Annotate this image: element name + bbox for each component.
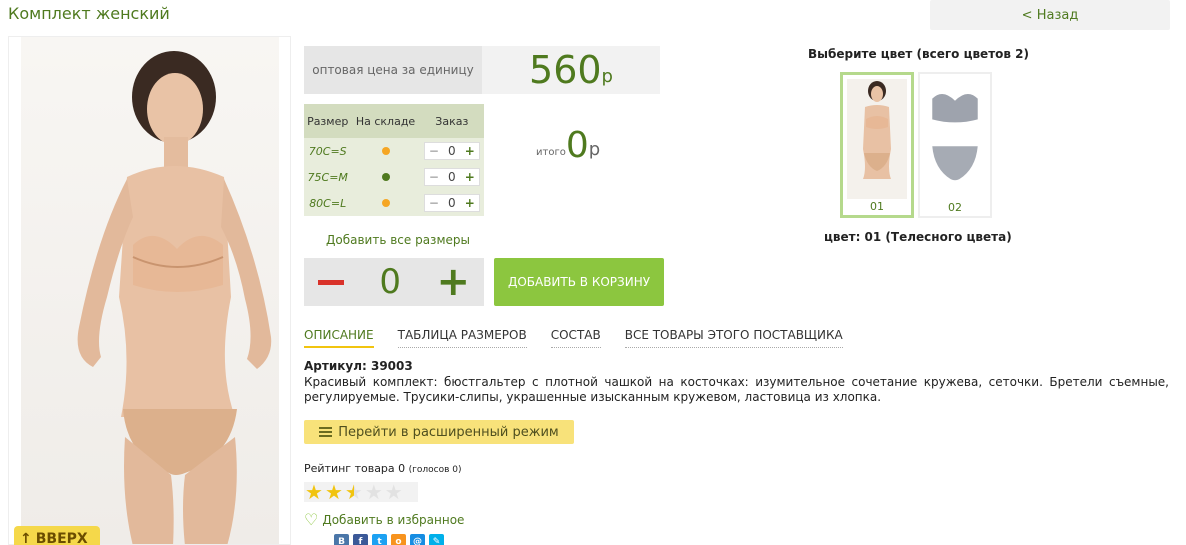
order-cell: − 0 + — [419, 164, 484, 190]
add-to-cart-button[interactable]: ДОБАВИТЬ В КОРЗИНУ — [494, 258, 664, 306]
price-amount: 560 — [529, 48, 602, 92]
twitter-icon[interactable]: t — [372, 534, 387, 545]
minus-icon[interactable] — [318, 279, 344, 285]
increment-button[interactable]: + — [465, 144, 475, 158]
table-row: 80C=L − 0 + — [304, 190, 484, 216]
vk-icon[interactable]: B — [334, 534, 349, 545]
quantity-value[interactable]: 0 — [448, 196, 456, 210]
color-selector-title: Выберите цвет (всего цветов 2) — [808, 47, 1029, 61]
sizes-table: Размер На складе Заказ 70C=S − 0 + 75C=M… — [304, 104, 484, 216]
price-label: оптовая цена за единицу — [304, 46, 482, 94]
quantity-stepper[interactable]: − 0 + — [423, 194, 480, 212]
facebook-icon[interactable]: f — [353, 534, 368, 545]
color-thumbnail — [847, 79, 907, 199]
quantity-stepper[interactable]: − 0 + — [423, 142, 480, 160]
decrement-button[interactable]: − — [429, 196, 439, 210]
stock-status — [351, 164, 420, 190]
product-tabs: ОПИСАНИЕ ТАБЛИЦА РАЗМЕРОВ СОСТАВ ВСЕ ТОВ… — [304, 328, 843, 348]
tab-description[interactable]: ОПИСАНИЕ — [304, 328, 374, 348]
increment-button[interactable]: + — [465, 170, 475, 184]
star-icon[interactable]: ★ — [325, 482, 343, 502]
stock-dot-icon — [381, 172, 390, 181]
order-cell: − 0 + — [419, 138, 484, 164]
star-icon[interactable]: ★ — [365, 482, 383, 502]
plus-icon[interactable]: + — [436, 262, 470, 302]
tab-size-table[interactable]: ТАБЛИЦА РАЗМЕРОВ — [397, 328, 527, 348]
price-currency: р — [601, 65, 613, 87]
model-figure — [77, 51, 272, 544]
page-title: Комплект женский — [8, 4, 170, 23]
total-amount: 0 — [565, 125, 589, 166]
total-currency: р — [588, 139, 601, 160]
star-half-icon[interactable]: ★ — [345, 482, 363, 502]
quantity-stepper[interactable]: − 0 + — [423, 168, 480, 186]
scroll-up-button[interactable]: ↑ ВВЕРХ — [14, 526, 100, 545]
decrement-button[interactable]: − — [429, 170, 439, 184]
arrow-up-icon: ↑ — [20, 531, 32, 545]
size-name: 70C=S — [304, 138, 352, 164]
add-to-favorites-link[interactable]: ♡ Добавить в избранное — [304, 510, 464, 529]
extended-mode-button[interactable]: Перейти в расширенный режим — [304, 420, 574, 444]
stock-status — [351, 190, 420, 216]
column-header-stock: На складе — [351, 104, 420, 138]
selected-color-label: цвет: 01 (Телесного цвета) — [824, 230, 1012, 244]
increment-button[interactable]: + — [465, 196, 475, 210]
star-icon[interactable]: ★ — [385, 482, 403, 502]
price-value: 560 р — [482, 46, 660, 94]
mailru-icon[interactable]: @ — [410, 534, 425, 545]
scroll-up-label: ВВЕРХ — [35, 531, 88, 545]
livejournal-icon[interactable]: ✎ — [429, 534, 444, 545]
stock-dot-icon — [381, 146, 390, 155]
size-name: 80C=L — [304, 190, 352, 216]
social-share-bar: B f t o @ ✎ — [334, 534, 444, 545]
order-total: итого 0 р — [536, 128, 600, 164]
stock-status — [351, 138, 420, 164]
odnoklassniki-icon[interactable]: o — [391, 534, 406, 545]
favorites-label: Добавить в избранное — [322, 512, 465, 527]
table-row: 75C=M − 0 + — [304, 164, 484, 190]
rating-votes: (голосов 0) — [408, 465, 462, 475]
color-number: 02 — [948, 201, 962, 214]
star-icon[interactable]: ★ — [305, 482, 323, 502]
price-box: оптовая цена за единицу 560 р — [304, 46, 660, 94]
color-number: 01 — [870, 200, 884, 213]
quantity-value[interactable]: 0 — [448, 170, 456, 184]
product-rating: Рейтинг товара 0 (голосов 0) — [304, 462, 462, 475]
tab-supplier-products[interactable]: ВСЕ ТОВАРЫ ЭТОГО ПОСТАВЩИКА — [624, 328, 843, 348]
color-thumbnail — [924, 78, 986, 202]
tab-composition[interactable]: СОСТАВ — [550, 328, 601, 348]
color-swatch-02[interactable]: 02 — [918, 72, 992, 218]
list-icon — [319, 426, 333, 438]
rating-stars[interactable]: ★ ★ ★ ★ ★ — [304, 482, 418, 502]
order-cell: − 0 + — [419, 190, 484, 216]
table-row: 70C=S − 0 + — [304, 138, 484, 164]
order-quantity-value[interactable]: 0 — [379, 262, 401, 302]
decrement-button[interactable]: − — [429, 144, 439, 158]
extended-mode-label: Перейти в расширенный режим — [338, 424, 559, 440]
order-quantity-stepper[interactable]: 0 + — [304, 258, 484, 306]
product-photo[interactable] — [8, 36, 291, 545]
total-label: итого — [536, 147, 566, 158]
heart-icon: ♡ — [304, 510, 319, 529]
quantity-value[interactable]: 0 — [448, 144, 456, 158]
article-number: Артикул: 39003 — [304, 359, 413, 373]
back-button[interactable]: < Назад — [930, 0, 1170, 30]
column-header-size: Размер — [304, 104, 352, 138]
color-swatch-01[interactable]: 01 — [840, 72, 914, 218]
stock-dot-icon — [381, 198, 390, 207]
product-description: Красивый комплект: бюстгальтер с плотной… — [304, 375, 1169, 404]
add-all-sizes-link[interactable]: Добавить все размеры — [326, 233, 470, 247]
column-header-order: Заказ — [419, 104, 484, 138]
size-name: 75C=M — [304, 164, 352, 190]
rating-label: Рейтинг товара 0 — [304, 462, 406, 475]
